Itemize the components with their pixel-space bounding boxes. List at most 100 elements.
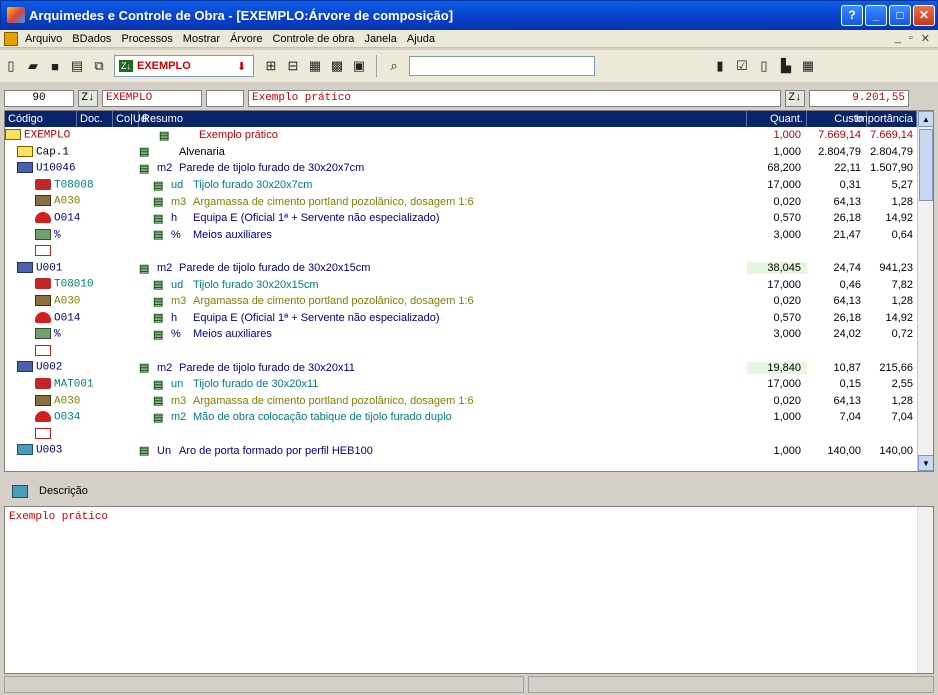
row-quant[interactable]: 19,840 [747, 361, 807, 374]
scroll-thumb[interactable] [919, 129, 933, 201]
menu-arquivo[interactable]: Arquivo [20, 33, 67, 45]
row-code[interactable] [5, 245, 113, 257]
factory-icon[interactable]: ▙ [777, 57, 795, 75]
table-row[interactable] [5, 343, 933, 360]
maximize-button[interactable]: □ [889, 4, 911, 26]
table-row[interactable]: % ▤% Meios auxiliares 3,000 24,02 0,72 [5, 326, 933, 343]
scroll-up-icon[interactable]: ▲ [918, 111, 933, 127]
sort-icon[interactable]: Z↓ [785, 89, 805, 107]
book-icon[interactable]: ▤ [139, 361, 153, 374]
table-row[interactable] [5, 426, 933, 443]
mdi-close-icon[interactable]: ✕ [921, 32, 930, 45]
description-box[interactable]: Exemplo prático [4, 506, 934, 674]
row-code[interactable]: U002 [5, 361, 113, 374]
book-icon[interactable]: ▤ [153, 295, 167, 308]
save-icon[interactable]: ■ [46, 57, 64, 75]
bottle-icon[interactable]: ▮ [711, 57, 729, 75]
description-text[interactable]: Exemplo prático [5, 507, 933, 527]
menu-janela[interactable]: Janela [359, 33, 401, 45]
row-code[interactable]: U10046 [5, 162, 113, 175]
book-icon[interactable]: ▤ [153, 195, 167, 208]
book-icon[interactable]: ▤ [153, 228, 167, 241]
document-icon[interactable] [4, 31, 18, 46]
col-co-ud[interactable]: Co|Ud [113, 111, 147, 127]
row-quant[interactable]: 17,000 [747, 179, 807, 191]
book-icon[interactable]: ▤ [139, 262, 153, 275]
description-scrollbar[interactable] [917, 507, 933, 673]
grid-icon[interactable]: ▦ [799, 57, 817, 75]
list-icon[interactable]: ▦ [306, 57, 324, 75]
menu-processos[interactable]: Processos [116, 33, 177, 45]
row-code[interactable] [5, 344, 113, 357]
row-quant[interactable]: 38,045 [747, 262, 807, 275]
row-code[interactable]: U003 [5, 444, 113, 457]
book-icon[interactable]: ▤ [153, 311, 167, 324]
book-icon[interactable]: ▤ [139, 162, 153, 175]
col-resumo[interactable]: Resumo [139, 111, 747, 127]
table-row[interactable]: T08010 ▤ ud Tijolo furado 30x20x15cm 17,000 0… [5, 276, 933, 293]
col-doc[interactable]: Doc. [77, 111, 113, 127]
table-row[interactable]: O014 ▤ h Equipa E (Oficial 1ª + Servente nã… [5, 310, 933, 327]
row-quant[interactable]: 0,020 [747, 295, 807, 307]
row-code[interactable]: MAT001 [5, 378, 113, 390]
book-icon[interactable]: ▤ [159, 129, 173, 142]
sort-icon[interactable]: Z↓ [78, 89, 98, 107]
menu-arvore[interactable]: Árvore [225, 33, 267, 45]
row-quant[interactable]: 1,000 [747, 411, 807, 423]
copy-icon[interactable]: ⧉ [90, 57, 108, 75]
col-importancia[interactable]: Importância [856, 111, 917, 127]
row-quant[interactable]: 1,000 [747, 146, 807, 158]
page-icon[interactable]: ▯ [755, 57, 773, 75]
row-code[interactable]: T08010 [5, 278, 113, 291]
menu-ajuda[interactable]: Ajuda [402, 33, 440, 45]
row-code[interactable]: % [5, 228, 113, 241]
row-quant[interactable]: 0,570 [747, 212, 807, 224]
row-quant[interactable]: 17,000 [747, 279, 807, 291]
print-icon[interactable]: ▤ [68, 57, 86, 75]
building-icon[interactable]: ▩ [328, 57, 346, 75]
book-icon[interactable]: ▤ [139, 444, 153, 457]
row-code[interactable]: EXEMPLO [5, 129, 113, 142]
row-code[interactable]: U001 [5, 261, 113, 274]
row-code[interactable] [5, 427, 113, 440]
minimize-button[interactable]: _ [865, 4, 887, 26]
table-row[interactable]: U003 ▤ Un Aro de porta formado por perfil H… [5, 442, 933, 459]
row-quant[interactable]: 0,570 [747, 312, 807, 324]
row-code[interactable]: Cap.1 [5, 145, 113, 158]
checklist-icon[interactable]: ☑ [733, 57, 751, 75]
find-icon[interactable]: ⌕ [385, 57, 403, 75]
resumo-field[interactable]: Exemplo prático [248, 89, 781, 107]
mdi-minimize-icon[interactable]: _ [895, 32, 901, 45]
row-code[interactable]: O014 [5, 212, 113, 224]
table-row[interactable]: A030 ▤ m3 Argamassa de cimento portland poz… [5, 393, 933, 410]
table-row[interactable]: A030 ▤ m3 Argamassa de cimento portland poz… [5, 193, 933, 210]
row-code[interactable]: A030 [5, 394, 113, 407]
table-row[interactable]: EXEMPLO ▤ Exemplo prático 1,000 7.669,14 7.66… [5, 127, 933, 144]
row-quant[interactable]: 1,000 [747, 129, 807, 141]
book-icon[interactable]: ▤ [153, 411, 167, 424]
row-quant[interactable]: 0,020 [747, 196, 807, 208]
row-code[interactable]: A030 [5, 295, 113, 307]
row-quant[interactable]: 3,000 [747, 328, 807, 340]
row-code[interactable]: T08008 [5, 178, 113, 191]
search-input[interactable] [409, 56, 595, 76]
close-button[interactable]: ✕ [913, 4, 935, 26]
unit-field[interactable] [206, 89, 244, 107]
obra-combo[interactable]: Z↓ EXEMPLO ⬇ [114, 55, 254, 77]
chart-icon[interactable]: ▣ [350, 57, 368, 75]
table-row[interactable]: O014 ▤ h Equipa E (Oficial 1ª + Servente nã… [5, 210, 933, 227]
menu-mostrar[interactable]: Mostrar [178, 33, 225, 45]
col-codigo[interactable]: Código [5, 111, 77, 127]
new-icon[interactable]: ▯ [2, 57, 20, 75]
vertical-scrollbar[interactable]: ▲ ▼ [917, 111, 933, 471]
menu-bdados[interactable]: BDados [67, 33, 116, 45]
table-row[interactable]: O034 ▤ m2 Mão de obra colocação tabique de … [5, 409, 933, 426]
book-icon[interactable]: ▤ [153, 394, 167, 407]
book-icon[interactable]: ▤ [153, 378, 167, 391]
row-quant[interactable]: 68,200 [747, 162, 807, 174]
row-code[interactable]: % [5, 328, 113, 341]
scroll-down-icon[interactable]: ▼ [918, 455, 933, 471]
table-row[interactable]: MAT001 ▤ un Tijolo furado de 30x20x11 17,000… [5, 376, 933, 393]
row-code[interactable]: O014 [5, 311, 113, 324]
code-field[interactable]: EXEMPLO [102, 89, 202, 107]
